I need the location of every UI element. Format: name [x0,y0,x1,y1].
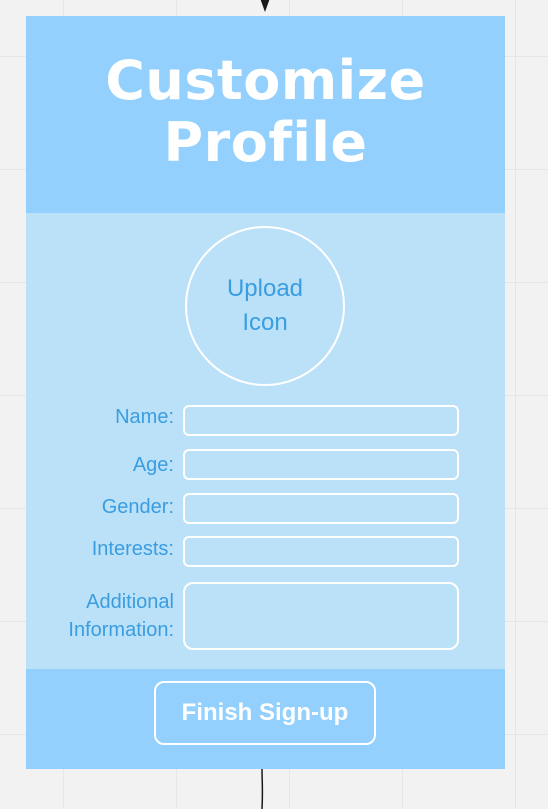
interests-label: Interests: [91,538,174,560]
additional-info-label: Additional Information: [68,588,174,644]
age-label: Age: [132,454,174,476]
interests-field[interactable] [183,536,459,567]
age-field[interactable] [183,449,459,480]
name-label: Name: [115,406,174,428]
additional-info-field[interactable] [183,582,459,650]
connector-line-bottom [261,769,264,809]
profile-card: Customize Profile Upload Icon Name: Age:… [26,16,505,769]
additional-info-label-line2: Information: [68,619,174,641]
gender-field[interactable] [183,493,459,524]
gender-label: Gender: [101,496,174,518]
card-header: Customize Profile [26,16,505,213]
upload-icon-label: Upload Icon [226,275,304,336]
finish-signup-button[interactable]: Finish Sign-up [154,681,376,745]
upload-icon-button[interactable]: Upload Icon [185,226,345,386]
additional-info-label-line1: Additional [86,591,174,613]
page-title: Customize Profile [105,48,426,174]
name-field[interactable] [183,405,459,436]
card-footer: Finish Sign-up [26,669,505,769]
